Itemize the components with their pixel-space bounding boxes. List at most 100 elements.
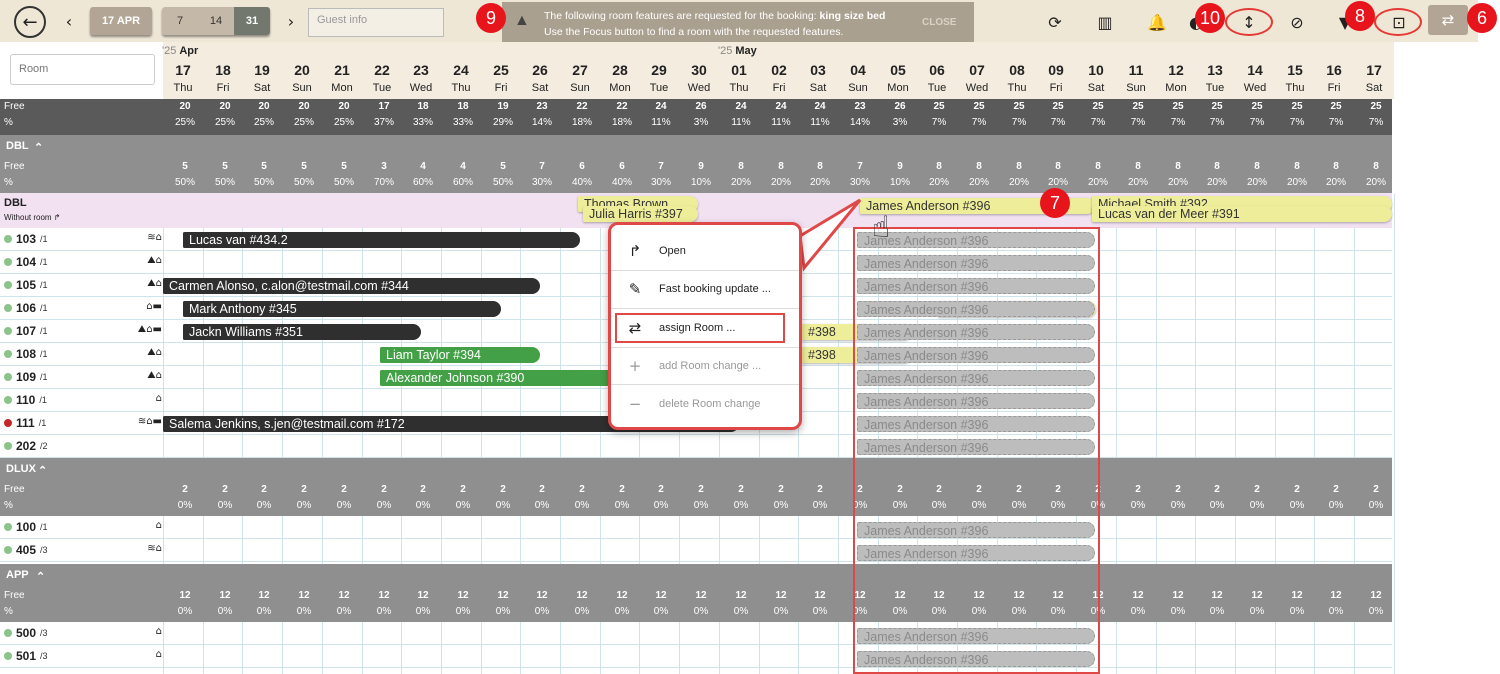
day-header: 23 Wed	[401, 42, 441, 99]
room-row[interactable]: 202/2	[0, 435, 1392, 458]
room-feature-icons: ≋⌂	[147, 232, 162, 243]
menu-delete-label: delete Room change	[659, 398, 761, 410]
range-14-days[interactable]: 14	[198, 7, 234, 35]
room-label[interactable]: 110/1	[4, 393, 47, 407]
booking-carmen-alonso[interactable]: Carmen Alonso, c.alon@testmail.com #344	[163, 278, 540, 294]
room-label[interactable]: 500/3	[4, 626, 48, 640]
free-count: 12	[338, 590, 350, 601]
menu-open[interactable]: ↱ Open	[611, 233, 799, 269]
booking-lucas-van-der-meer[interactable]: Lucas van der Meer #391	[1092, 206, 1392, 222]
free-count: 25	[933, 101, 945, 112]
free-count: 17	[378, 101, 390, 112]
day-number: 04	[850, 62, 866, 78]
range-7-days[interactable]: 7	[162, 7, 198, 35]
booking-julia-harris[interactable]: Julia Harris #397	[583, 206, 698, 222]
free-count: 12	[258, 590, 270, 601]
room-type-name: DLUX	[6, 463, 36, 475]
percent-label: %	[4, 117, 13, 128]
room-number: 111	[16, 416, 35, 430]
room-type-header[interactable]: DBL ⌃	[0, 135, 1392, 159]
day-header: 26 Sat	[520, 42, 560, 99]
chevron-right-icon[interactable]: ›	[282, 8, 300, 34]
bell-add-icon[interactable]: 🔔	[1144, 9, 1170, 35]
occupancy-percent: 25%	[253, 117, 274, 128]
free-count: 2	[500, 484, 506, 495]
booking-alexander-johnson[interactable]: Alexander Johnson #390	[380, 370, 620, 386]
occupancy-percent: 0%	[1209, 606, 1225, 617]
booking-lucas-van[interactable]: Lucas van #434.2	[183, 232, 580, 248]
callout-6: 6	[1467, 3, 1497, 33]
warning-icon: ▲	[514, 12, 530, 29]
room-label[interactable]: 105/1	[4, 278, 48, 292]
room-label[interactable]: 103/1	[4, 232, 48, 246]
room-row[interactable]: 500/3 ⌂	[0, 622, 1392, 645]
occupancy-percent: 0%	[1289, 500, 1305, 511]
day-header: 16 Fri	[1314, 42, 1354, 99]
free-count: 2	[539, 484, 545, 495]
room-label[interactable]: 111/1	[4, 416, 46, 430]
room-row[interactable]: 100/1 ⌂	[0, 516, 1392, 539]
day-header: 05 Mon	[878, 42, 918, 99]
refresh-icon[interactable]: ⟳	[1042, 9, 1068, 35]
clear-filter-icon[interactable]: ⊘	[1284, 9, 1310, 35]
occupancy-percent: 11%	[810, 117, 830, 128]
menu-delete-room-change[interactable]: − delete Room change	[611, 386, 799, 422]
occupancy-percent: 0%	[653, 606, 669, 617]
room-capacity: /1	[38, 418, 47, 428]
chevron-up-icon[interactable]: ⌃	[38, 464, 47, 477]
alert-close-button[interactable]: CLOSE	[922, 17, 956, 28]
chevron-up-icon[interactable]: ⌃	[34, 141, 43, 154]
chevron-left-icon[interactable]: ‹	[60, 8, 78, 34]
room-label[interactable]: 202/2	[4, 439, 48, 453]
day-name: Sun	[848, 82, 868, 94]
occupancy-percent: 20%	[1206, 177, 1227, 188]
free-count: 2	[658, 484, 664, 495]
menu-add-room-change[interactable]: + add Room change ...	[611, 348, 799, 384]
free-count: 25	[1013, 101, 1025, 112]
room-label[interactable]: 100/1	[4, 520, 48, 534]
room-type-header[interactable]: APP ⌃	[0, 564, 1392, 588]
back-arrow-icon[interactable]: ←	[14, 6, 46, 38]
room-label[interactable]: 405/3	[4, 543, 48, 557]
occupancy-percent: 0%	[296, 500, 312, 511]
free-count: 9	[897, 161, 903, 172]
free-count: 4	[460, 161, 466, 172]
day-header: 22 Tue	[362, 42, 402, 99]
free-count: 12	[655, 590, 667, 601]
chevron-up-icon[interactable]: ⌃	[36, 570, 45, 583]
free-count: 2	[1373, 484, 1379, 495]
booking-jackn-williams[interactable]: Jackn Williams #351	[183, 324, 421, 340]
menu-fast-booking-update[interactable]: ✎ Fast booking update ...	[611, 271, 799, 307]
day-header: 30 Wed	[679, 42, 719, 99]
day-header: 14 Wed	[1235, 42, 1275, 99]
room-label[interactable]: 106/1	[4, 301, 48, 315]
columns-icon[interactable]: ▥	[1092, 9, 1118, 35]
room-type-header[interactable]: DLUX ⌃	[0, 458, 1392, 482]
room-capacity: /1	[40, 372, 48, 382]
date-picker-button[interactable]: 17 APR	[90, 7, 152, 35]
range-31-days[interactable]: 31	[234, 7, 270, 35]
guest-info-input[interactable]: Guest info	[308, 8, 444, 37]
free-count: 5	[500, 161, 506, 172]
free-count: 8	[936, 161, 942, 172]
occupancy-percent: 0%	[217, 500, 233, 511]
room-label[interactable]: 104/1	[4, 255, 48, 269]
room-feature-icons: ≋⌂	[147, 543, 162, 554]
occupancy-percent: 25%	[333, 117, 354, 128]
room-label[interactable]: 107/1	[4, 324, 48, 338]
day-name: Thu	[1285, 82, 1305, 94]
booking-liam-taylor[interactable]: Liam Taylor #394	[380, 347, 540, 363]
room-row[interactable]: 405/3 ≋⌂	[0, 539, 1392, 562]
room-label[interactable]: 108/1	[4, 347, 48, 361]
assign-room-toolbar-button[interactable]: ⇄	[1428, 5, 1468, 35]
free-count: 8	[1214, 161, 1220, 172]
room-row[interactable]: 501/3 ⌂	[0, 645, 1392, 668]
occupancy-percent: 0%	[1249, 606, 1265, 617]
booking-mark-anthony[interactable]: Mark Anthony #345	[183, 301, 501, 317]
occupancy-percent: 0%	[495, 500, 511, 511]
room-label[interactable]: 501/3	[4, 649, 48, 663]
room-feature-icons: ⌂	[155, 393, 162, 404]
day-header: 27 Sun	[560, 42, 600, 99]
room-label[interactable]: 109/1	[4, 370, 48, 384]
room-search-input[interactable]: Room	[10, 54, 155, 85]
